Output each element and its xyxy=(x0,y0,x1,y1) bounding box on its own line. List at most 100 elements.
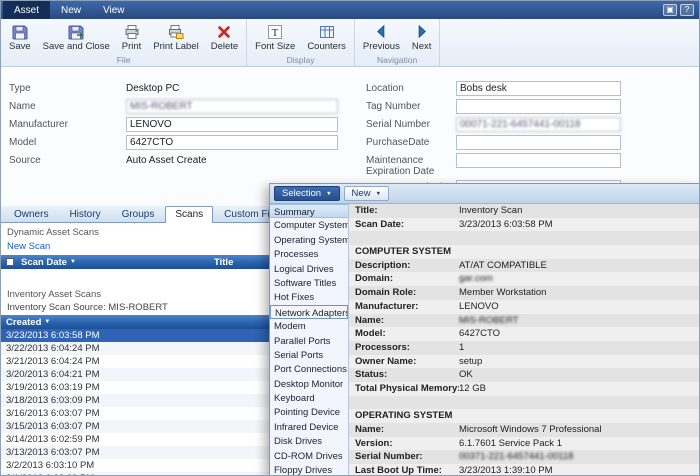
tag-number-input[interactable] xyxy=(456,99,621,114)
save-label: Save xyxy=(9,41,31,52)
counters-button[interactable]: Counters xyxy=(301,20,352,53)
save-icon xyxy=(11,23,29,40)
scan-category-item[interactable]: Parallel Ports xyxy=(270,334,348,348)
detail-value: 12 GB xyxy=(459,382,486,394)
type-label: Type xyxy=(9,83,31,94)
name-label: Name xyxy=(9,101,36,112)
scan-category-item[interactable]: Infrared Device xyxy=(270,420,348,434)
detail-label: Model: xyxy=(355,328,386,340)
ribbon: Save Save and Close Print Print Label De… xyxy=(1,19,699,67)
detail-label: COMPUTER SYSTEM xyxy=(355,246,452,258)
detail-row: Description: AT/AT COMPATIBLE xyxy=(349,258,699,273)
detail-label: Owner Name: xyxy=(355,355,417,367)
field-tag-number: Tag Number xyxy=(366,99,666,114)
scan-category-item[interactable]: Network Adapters xyxy=(270,304,348,320)
print-label-icon xyxy=(167,23,185,40)
field-serial-number: Serial Number 00071-221-6457441-00118 xyxy=(366,117,666,132)
scan-category-item[interactable]: Summary xyxy=(270,204,348,219)
tab-owners[interactable]: Owners xyxy=(4,206,58,222)
scan-category-item[interactable]: Modem xyxy=(270,319,348,333)
chevron-down-icon: ▼ xyxy=(326,190,332,197)
detail-label: Status: xyxy=(355,369,388,381)
detail-row: Serial Number: 00371-221-6457441-00118 xyxy=(349,450,699,465)
save-button[interactable]: Save xyxy=(3,20,37,53)
detail-value: 3/23/2013 6:03:58 PM xyxy=(459,218,553,230)
source-value: Auto Asset Create xyxy=(126,155,207,166)
ribbon-tab-new[interactable]: New xyxy=(50,1,92,19)
detail-row: Scan Date: 3/23/2013 6:03:58 PM xyxy=(349,217,699,232)
detail-label: OPERATING SYSTEM xyxy=(355,410,453,422)
next-button[interactable]: Next xyxy=(406,20,438,53)
scan-category-item[interactable]: Operating System xyxy=(270,233,348,247)
scan-category-item[interactable]: Pointing Device xyxy=(270,405,348,419)
tab-scans[interactable]: Scans xyxy=(165,206,214,223)
new-dropdown-button[interactable]: New ▼ xyxy=(343,186,390,201)
detail-row: COMPUTER SYSTEM xyxy=(349,245,699,259)
detail-row: Owner Name: setup xyxy=(349,354,699,369)
detail-value: 00371-221-6457441-00118 xyxy=(459,451,574,463)
select-all-checkbox[interactable] xyxy=(6,258,14,266)
detail-value: AT/AT COMPATIBLE xyxy=(459,259,547,271)
scan-category-item[interactable]: Software Titles xyxy=(270,276,348,290)
help-icon[interactable]: ? xyxy=(680,4,694,16)
field-maintenance-expiration: Maintenance Expiration Date xyxy=(366,153,666,177)
ribbon-tab-asset[interactable]: Asset xyxy=(3,1,51,19)
maintenance-expiration-input[interactable] xyxy=(456,153,621,168)
scan-category-item[interactable]: Desktop Monitor xyxy=(270,377,348,391)
selection-dropdown-button[interactable]: Selection ▼ xyxy=(274,186,340,201)
inventory-scan-source-label: Inventory Scan Source: xyxy=(7,302,106,313)
detail-row: Version: 6.1.7601 Service Pack 1 xyxy=(349,436,699,451)
inventory-scan-source-value: MIS-ROBERT xyxy=(108,302,168,313)
scan-date-column-header[interactable]: Scan Date xyxy=(21,257,67,268)
print-label-button[interactable]: Print Label xyxy=(147,20,204,53)
created-column-header[interactable]: Created xyxy=(6,317,41,328)
appearance-icon[interactable]: ▣ xyxy=(663,4,677,16)
scan-category-item[interactable]: Computer System xyxy=(270,218,348,232)
detail-label: Version: xyxy=(355,437,393,449)
field-purchase-date: PurchaseDate xyxy=(366,135,666,150)
manufacturer-label: Manufacturer xyxy=(9,119,68,130)
save-and-close-button[interactable]: Save and Close xyxy=(37,20,116,53)
purchase-date-input[interactable] xyxy=(456,135,621,150)
detail-label: Scan Date: xyxy=(355,218,405,230)
ribbon-tab-strip: Asset New View ▣ ? xyxy=(1,1,699,19)
field-model: Model 6427CTO xyxy=(9,135,354,150)
tab-history[interactable]: History xyxy=(59,206,110,222)
save-and-close-icon xyxy=(67,23,85,40)
field-source: Source Auto Asset Create xyxy=(9,153,354,168)
scan-category-item[interactable]: Port Connections xyxy=(270,362,348,376)
previous-button[interactable]: Previous xyxy=(357,20,406,53)
serial-number-input[interactable]: 00071-221-6457441-00118 xyxy=(456,117,621,132)
scan-category-item[interactable]: CD-ROM Drives xyxy=(270,449,348,463)
group-label-file: File xyxy=(116,55,131,65)
scan-category-item[interactable]: Floppy Drives xyxy=(270,463,348,475)
scan-category-item[interactable]: Processes xyxy=(270,247,348,261)
location-input[interactable]: Bobs desk xyxy=(456,81,621,96)
scan-category-item[interactable]: Logical Drives xyxy=(270,262,348,276)
name-input[interactable]: MIS-ROBERT xyxy=(126,99,338,114)
scan-category-item[interactable]: Keyboard xyxy=(270,391,348,405)
ribbon-tab-view[interactable]: View xyxy=(92,1,136,19)
scan-category-item[interactable]: Serial Ports xyxy=(270,348,348,362)
new-scan-link[interactable]: New Scan xyxy=(1,239,56,255)
model-label: Model xyxy=(9,137,37,148)
detail-row: Last Boot Up Time: 3/23/2013 1:39:10 PM xyxy=(349,464,699,476)
detail-label: Last Boot Up Time: xyxy=(355,465,442,476)
detail-value: MIS-ROBERT xyxy=(459,314,519,326)
ribbon-group-file: Save Save and Close Print Print Label De… xyxy=(1,19,248,66)
scan-category-item[interactable]: Disk Drives xyxy=(270,434,348,448)
scan-category-item[interactable]: Hot Fixes xyxy=(270,290,348,304)
print-button[interactable]: Print xyxy=(116,20,148,53)
manufacturer-input[interactable]: LENOVO xyxy=(126,117,338,132)
tab-groups[interactable]: Groups xyxy=(112,206,165,222)
model-input[interactable]: 6427CTO xyxy=(126,135,338,150)
titlebar-icon-group: ▣ ? xyxy=(663,1,699,19)
font-size-button[interactable]: T Font Size xyxy=(249,20,301,53)
title-column-header[interactable]: Title xyxy=(214,257,233,268)
field-name: Name MIS-ROBERT xyxy=(9,99,354,114)
detail-value: Inventory Scan xyxy=(459,205,523,216)
detail-label: Name: xyxy=(355,424,385,435)
delete-button[interactable]: Delete xyxy=(205,20,244,53)
selection-label: Selection xyxy=(282,188,322,199)
asset-window: Asset New View ▣ ? Save Save and Close P… xyxy=(0,0,700,476)
